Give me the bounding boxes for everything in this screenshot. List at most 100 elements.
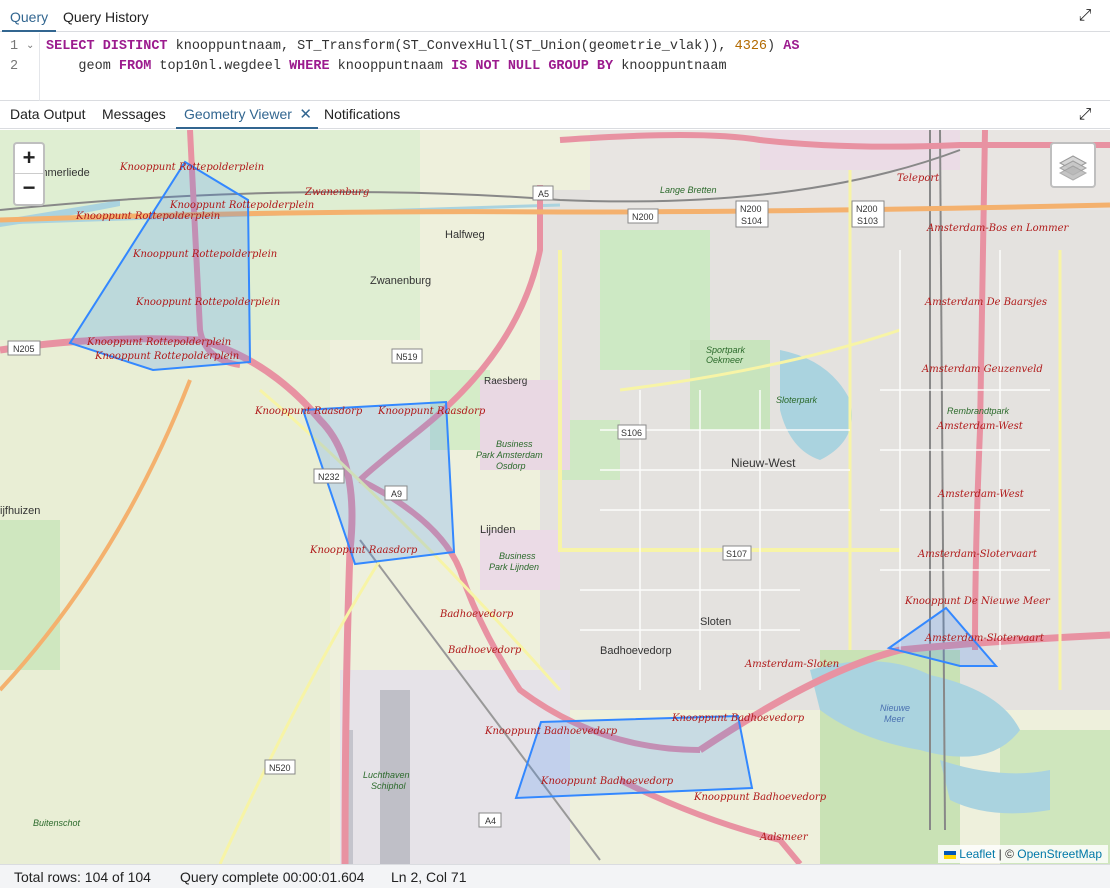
status-bar: Total rows: 104 of 104 Query complete 00…: [0, 864, 1110, 888]
map-tiles: Knooppunt Rottepolderplein Knooppunt Rot…: [0, 130, 1110, 864]
tab-notifications[interactable]: Notifications: [316, 101, 408, 129]
total-rows: Total rows: 104 of 104: [14, 869, 151, 885]
svg-text:N200: N200: [632, 212, 654, 222]
svg-text:Sloten: Sloten: [700, 616, 731, 628]
svg-text:Knooppunt Rottepolderplein: Knooppunt Rottepolderplein: [169, 200, 314, 211]
svg-text:Knooppunt Badhoevedorp: Knooppunt Badhoevedorp: [693, 792, 827, 803]
svg-text:Knooppunt Rottepolderplein: Knooppunt Rottepolderplein: [135, 297, 280, 308]
svg-text:Knooppunt De Nieuwe Meer: Knooppunt De Nieuwe Meer: [904, 596, 1051, 607]
svg-text:Amsterdam-Slotervaart: Amsterdam-Slotervaart: [917, 549, 1038, 560]
svg-text:Zwanenburg: Zwanenburg: [304, 187, 369, 198]
zoom-in-button[interactable]: +: [15, 144, 43, 174]
svg-text:Business: Business: [496, 439, 533, 449]
svg-text:Knooppunt Rottepolderplein: Knooppunt Rottepolderplein: [86, 337, 231, 348]
osm-link[interactable]: OpenStreetMap: [1017, 847, 1102, 861]
svg-text:Knooppunt Rottepolderplein: Knooppunt Rottepolderplein: [132, 249, 277, 260]
tab-messages[interactable]: Messages: [94, 101, 174, 129]
code-text: ): [767, 39, 784, 54]
expand-icon[interactable]: ⤢: [1076, 7, 1094, 25]
svg-text:S103: S103: [857, 216, 878, 226]
svg-text:Buitenschot: Buitenschot: [33, 818, 81, 828]
svg-text:Lange Bretten: Lange Bretten: [660, 185, 717, 195]
map-attribution: Leaflet | © OpenStreetMap: [938, 845, 1108, 863]
svg-text:S104: S104: [741, 216, 762, 226]
svg-text:Meer: Meer: [884, 714, 906, 724]
svg-text:Amsterdam-Bos en Lommer: Amsterdam-Bos en Lommer: [926, 223, 1070, 234]
svg-text:Luchthaven: Luchthaven: [363, 770, 410, 780]
svg-text:Raesberg: Raesberg: [484, 376, 527, 387]
fold-chevron-icon[interactable]: ⌄: [26, 37, 34, 57]
code-text: knooppuntnaam: [329, 59, 452, 74]
svg-text:Teleport: Teleport: [897, 173, 940, 184]
svg-text:N205: N205: [13, 344, 35, 354]
line-number: 2: [10, 59, 19, 74]
svg-text:S106: S106: [621, 428, 642, 438]
line-number: 1: [10, 39, 19, 54]
svg-text:Knooppunt Rottepolderplein: Knooppunt Rottepolderplein: [119, 162, 264, 173]
svg-text:Schiphol: Schiphol: [371, 781, 407, 791]
svg-text:Sportpark: Sportpark: [706, 345, 746, 355]
svg-text:N520: N520: [269, 763, 291, 773]
svg-text:A4: A4: [485, 816, 496, 826]
svg-text:Oekmeer: Oekmeer: [706, 355, 744, 365]
zoom-out-button[interactable]: −: [15, 174, 43, 204]
zoom-control: + −: [13, 142, 45, 206]
svg-text:A9: A9: [391, 489, 402, 499]
close-icon[interactable]: ✕: [299, 101, 312, 128]
tab-query-history[interactable]: Query History: [55, 0, 157, 32]
code-text: top10nl.wegdeel: [151, 59, 290, 74]
svg-text:Amsterdam-Slotervaart: Amsterdam-Slotervaart: [924, 633, 1045, 644]
editor-gutter: 1 ⌄ 2: [0, 33, 40, 101]
svg-text:Park Lijnden: Park Lijnden: [489, 562, 539, 572]
geometry-map[interactable]: Knooppunt Rottepolderplein Knooppunt Rot…: [0, 130, 1110, 864]
keyword: AS: [783, 39, 800, 54]
result-tabbar: Data Output Messages Geometry Viewer ✕ No…: [0, 101, 1110, 129]
layers-control[interactable]: [1050, 142, 1096, 188]
keyword: WHERE: [289, 59, 330, 74]
flag-icon: [944, 850, 957, 859]
svg-text:Knooppunt Raasdorp: Knooppunt Raasdorp: [377, 406, 486, 417]
svg-text:N200: N200: [740, 204, 762, 214]
code-text: knooppuntnaam: [613, 59, 727, 74]
keyword: IS NOT NULL GROUP BY: [451, 59, 614, 74]
svg-text:Business: Business: [499, 551, 536, 561]
keyword: SELECT DISTINCT: [46, 39, 168, 54]
tab-label: Geometry Viewer: [184, 106, 292, 122]
svg-text:Knooppunt Rottepolderplein: Knooppunt Rottepolderplein: [94, 351, 239, 362]
svg-text:Amsterdam-Sloten: Amsterdam-Sloten: [744, 659, 839, 670]
svg-text:ijfhuizen: ijfhuizen: [0, 505, 40, 517]
code-line-2: geom FROM top10nl.wegdeel WHERE knooppun…: [46, 57, 727, 77]
svg-text:S107: S107: [726, 549, 747, 559]
code-line-1: SELECT DISTINCT knooppuntnaam, ST_Transf…: [46, 37, 799, 57]
attribution-sep: | ©: [995, 847, 1018, 861]
svg-text:Knooppunt Badhoevedorp: Knooppunt Badhoevedorp: [671, 713, 805, 724]
svg-text:Knooppunt Rottepolderplein: Knooppunt Rottepolderplein: [75, 211, 220, 222]
svg-text:Nieuwe: Nieuwe: [880, 703, 910, 713]
svg-text:Lijnden: Lijnden: [480, 524, 515, 536]
svg-text:Osdorp: Osdorp: [496, 461, 526, 471]
keyword: FROM: [118, 59, 152, 74]
svg-text:Aalsmeer: Aalsmeer: [759, 832, 809, 843]
tab-data-output[interactable]: Data Output: [2, 101, 94, 129]
svg-text:Amsterdam-West: Amsterdam-West: [936, 421, 1024, 432]
tab-geometry-viewer[interactable]: Geometry Viewer ✕: [176, 101, 318, 129]
svg-text:Knooppunt Badhoevedorp: Knooppunt Badhoevedorp: [540, 776, 674, 787]
svg-text:Knooppunt Raasdorp: Knooppunt Raasdorp: [254, 406, 363, 417]
expand-icon[interactable]: ⤢: [1076, 106, 1094, 124]
svg-text:Sloterpark: Sloterpark: [776, 395, 818, 405]
leaflet-link[interactable]: Leaflet: [959, 847, 995, 861]
svg-text:Knooppunt Badhoevedorp: Knooppunt Badhoevedorp: [484, 726, 618, 737]
sql-editor[interactable]: 1 ⌄ 2 SELECT DISTINCT knooppuntnaam, ST_…: [0, 33, 1110, 101]
svg-text:N200: N200: [856, 204, 878, 214]
svg-text:Badhoevedorp: Badhoevedorp: [447, 645, 522, 656]
svg-text:Rembrandtpark: Rembrandtpark: [947, 406, 1010, 416]
layers-icon: [1058, 155, 1088, 181]
svg-text:Amsterdam Geuzenveld: Amsterdam Geuzenveld: [921, 364, 1043, 375]
svg-text:N519: N519: [396, 352, 418, 362]
svg-text:Halfweg: Halfweg: [445, 229, 485, 241]
svg-text:Park Amsterdam: Park Amsterdam: [476, 450, 543, 460]
cursor-position: Ln 2, Col 71: [391, 869, 467, 885]
svg-text:Amsterdam-West: Amsterdam-West: [937, 489, 1025, 500]
tab-query[interactable]: Query: [2, 0, 57, 32]
code-text: knooppuntnaam, ST_Transform(ST_ConvexHul…: [167, 39, 735, 54]
